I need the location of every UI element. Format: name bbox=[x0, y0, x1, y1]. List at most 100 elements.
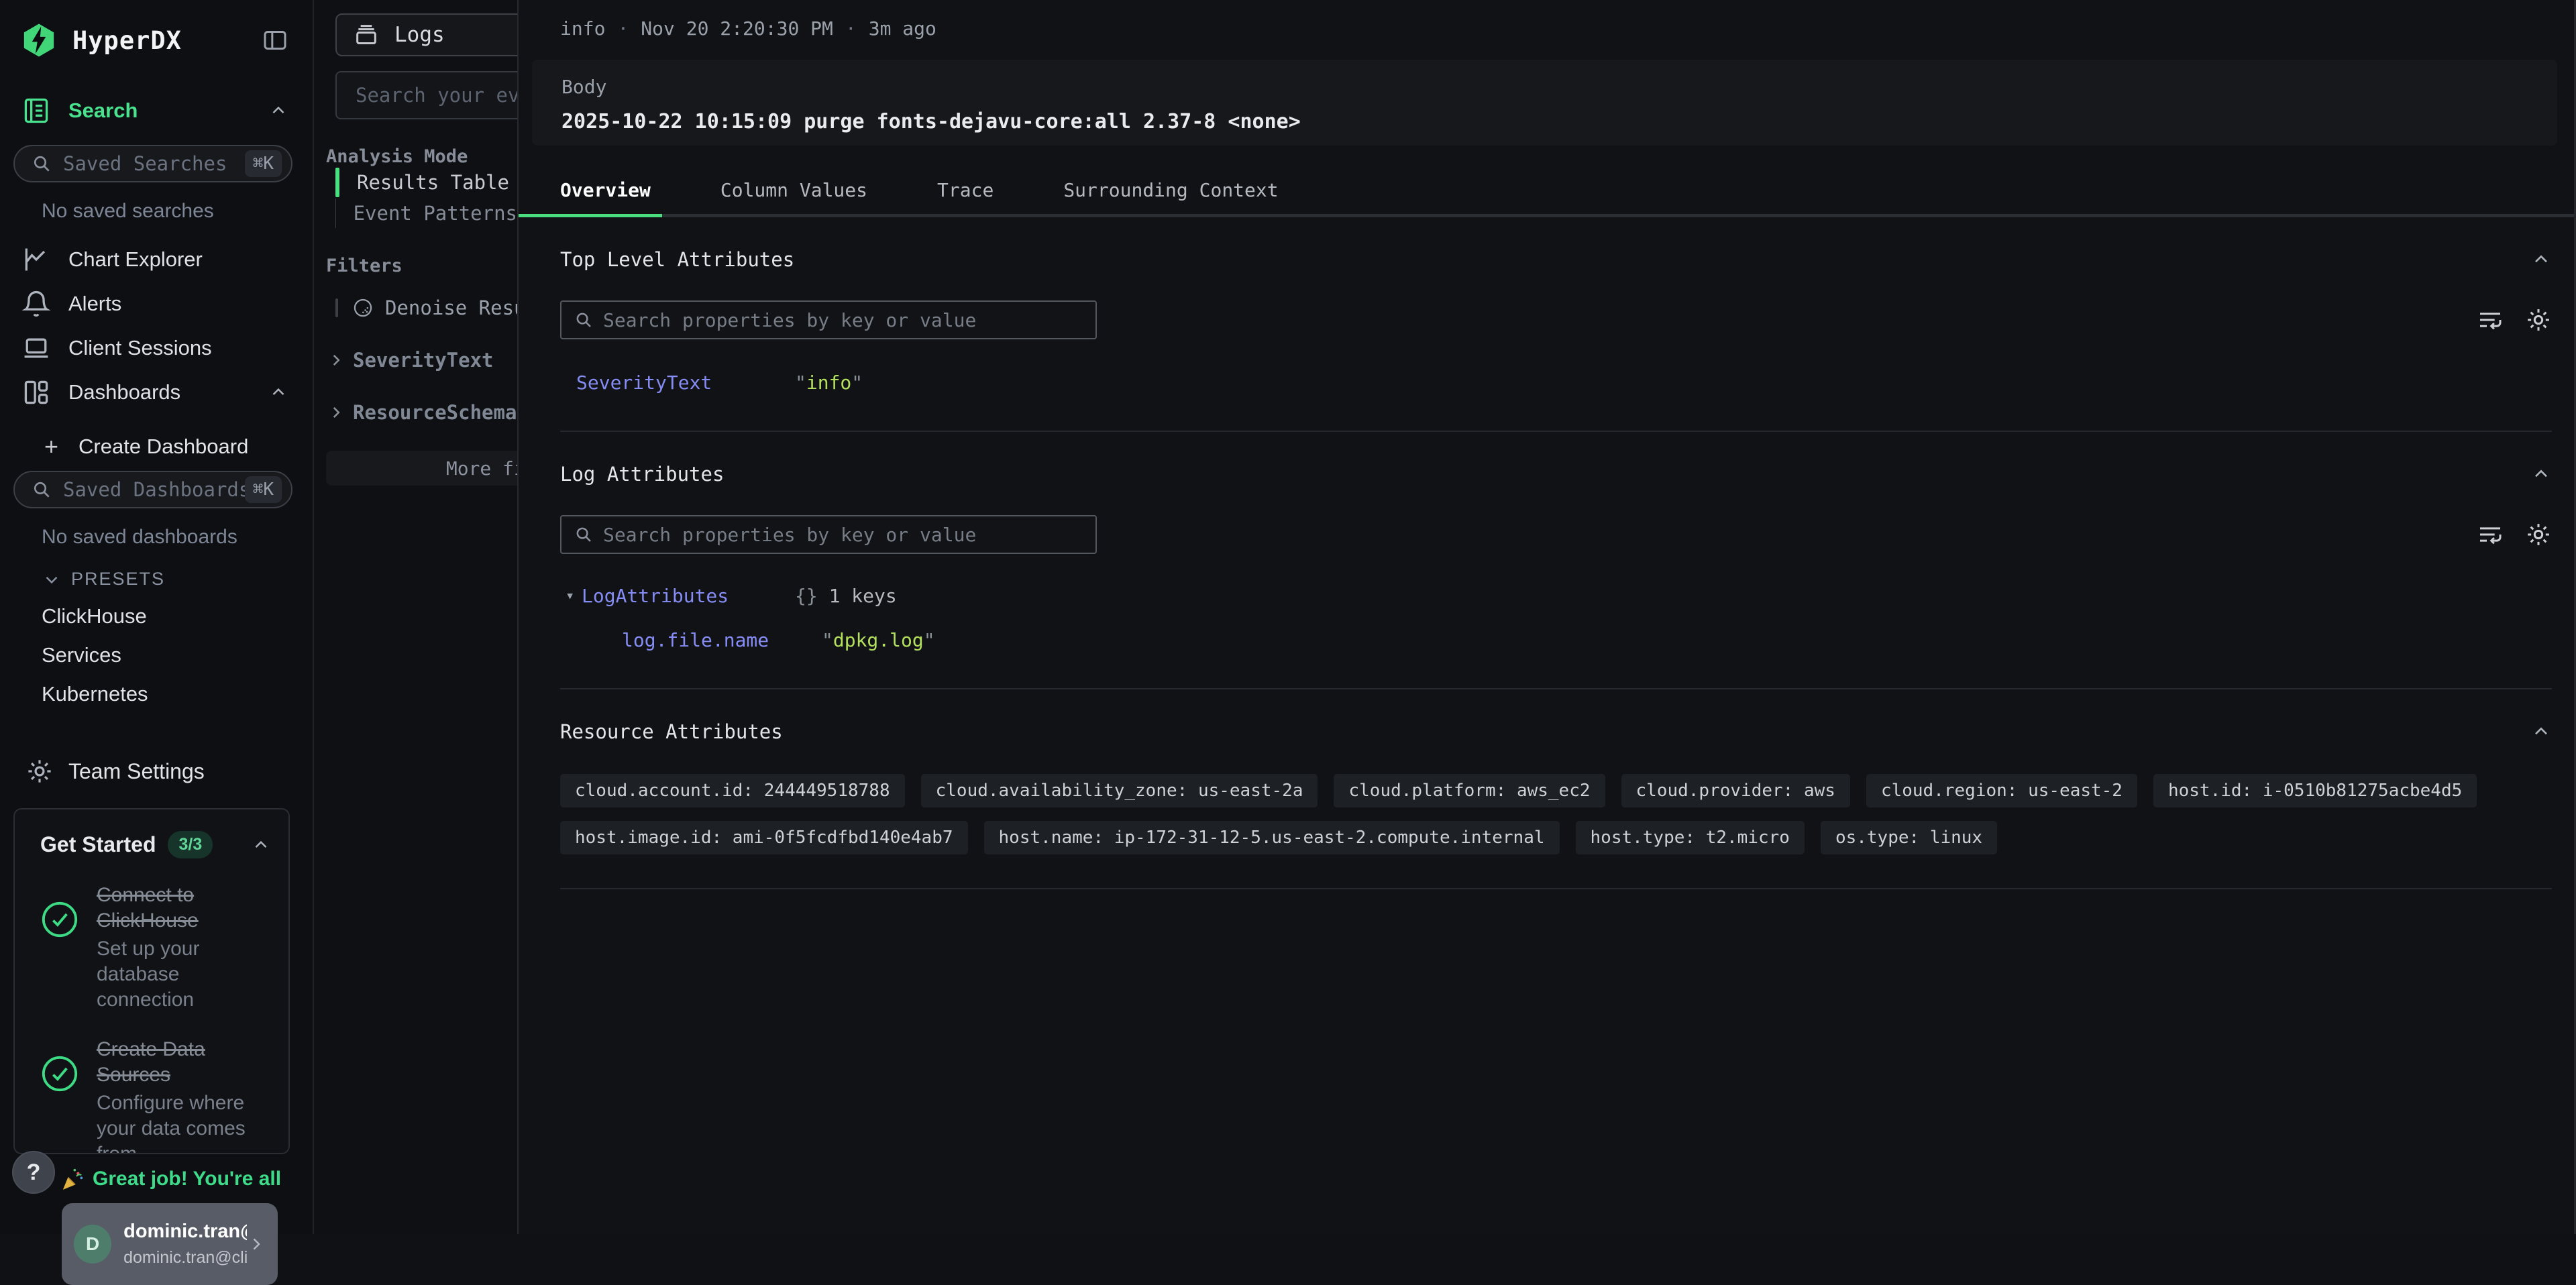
search-icon bbox=[31, 479, 52, 500]
resource-attribute-chips: cloud.account.id: 244449518788 cloud.ava… bbox=[560, 774, 2552, 854]
tab-overview[interactable]: Overview bbox=[519, 168, 686, 217]
filter-group-label: SeverityText bbox=[353, 349, 494, 372]
logo-row: HyperDX bbox=[0, 0, 313, 59]
attribute-tree-root: ▾ LogAttributes {} 1 keys bbox=[560, 585, 2552, 610]
resource-chip[interactable]: cloud.region: us-east-2 bbox=[1866, 774, 2137, 807]
denoise-results-toggle[interactable]: Denoise Results bbox=[335, 296, 517, 319]
resource-attributes-section: Resource Attributes cloud.account.id: 24… bbox=[519, 720, 2576, 889]
properties-search-input[interactable] bbox=[603, 524, 1083, 546]
caret-down-icon[interactable]: ▾ bbox=[566, 588, 574, 604]
gear-icon[interactable] bbox=[2525, 521, 2552, 548]
gear-icon bbox=[25, 757, 54, 785]
shortcut-badge: ⌘K bbox=[245, 150, 282, 177]
saved-dashboards-input[interactable] bbox=[63, 478, 245, 501]
resource-chip[interactable]: host.type: t2.micro bbox=[1576, 821, 1805, 854]
saved-searches-search[interactable]: ⌘K bbox=[13, 145, 292, 182]
search-icon bbox=[31, 153, 52, 174]
attribute-row: SeverityText "info" bbox=[560, 372, 2552, 397]
resource-chip[interactable]: cloud.platform: aws_ec2 bbox=[1334, 774, 1605, 807]
no-saved-searches-text: No saved searches bbox=[42, 200, 313, 223]
sidebar-item-client-sessions[interactable]: Client Sessions bbox=[0, 326, 313, 370]
attribute-key[interactable]: SeverityText bbox=[576, 372, 712, 394]
attribute-key[interactable]: log.file.name bbox=[622, 629, 769, 651]
get-started-step-sources[interactable]: Create Data Sources Configure where your… bbox=[40, 1037, 271, 1154]
filters-label: Filters bbox=[326, 256, 517, 276]
presets-toggle[interactable]: PRESETS bbox=[42, 569, 313, 590]
section-toolbar bbox=[560, 515, 2552, 554]
sidebar-item-label: Alerts bbox=[68, 292, 121, 316]
resource-chip[interactable]: os.type: linux bbox=[1821, 821, 1997, 854]
tab-column-values[interactable]: Column Values bbox=[686, 168, 902, 217]
section-header: Top Level Attributes bbox=[560, 248, 2552, 271]
denoise-checkbox[interactable] bbox=[335, 298, 338, 317]
user-menu[interactable]: D dominic.tran@clic... dominic.tran@clic… bbox=[62, 1203, 278, 1285]
body-label: Body bbox=[561, 76, 2557, 98]
chevron-down-icon bbox=[42, 569, 62, 590]
resource-chip[interactable]: host.image.id: ami-0f5fcdfbd140e4ab7 bbox=[560, 821, 968, 854]
sidebar-item-alerts[interactable]: Alerts bbox=[0, 282, 313, 326]
gear-icon[interactable] bbox=[2525, 306, 2552, 333]
properties-search-input[interactable] bbox=[603, 309, 1083, 331]
create-dashboard-label: Create Dashboard bbox=[78, 435, 248, 459]
sidebar-item-search[interactable]: Search bbox=[0, 89, 313, 133]
sidebar-item-chart-explorer[interactable]: Chart Explorer bbox=[0, 237, 313, 282]
attribute-meta: {} 1 keys bbox=[795, 585, 897, 607]
mode-label: Event Patterns bbox=[354, 202, 517, 225]
active-mode-bar bbox=[335, 168, 339, 197]
properties-search-box[interactable] bbox=[560, 300, 1097, 339]
create-dashboard-button[interactable]: + Create Dashboard bbox=[44, 435, 313, 459]
saved-searches-input[interactable] bbox=[63, 152, 245, 175]
denoise-icon bbox=[352, 296, 374, 319]
dashboards-grid-icon bbox=[21, 378, 51, 407]
properties-search-box[interactable] bbox=[560, 515, 1097, 554]
detail-tabs: Overview Column Values Trace Surrounding… bbox=[519, 168, 2576, 217]
resource-chip[interactable]: host.id: i-0510b81275acbe4d5 bbox=[2153, 774, 2477, 807]
chevron-up-icon[interactable] bbox=[2530, 249, 2552, 270]
dot-separator: · bbox=[617, 17, 629, 40]
section-divider bbox=[560, 431, 2552, 432]
get-started-step-connect[interactable]: Connect to ClickHouse Set up your databa… bbox=[40, 883, 271, 1013]
resource-chip[interactable]: cloud.provider: aws bbox=[1621, 774, 1850, 807]
attribute-value[interactable]: "info" bbox=[795, 372, 863, 394]
preset-kubernetes[interactable]: Kubernetes bbox=[42, 682, 313, 706]
line-wrap-icon[interactable] bbox=[2477, 306, 2504, 333]
resource-chip[interactable]: cloud.account.id: 244449518788 bbox=[560, 774, 905, 807]
mode-results-table[interactable]: Results Table bbox=[335, 167, 517, 198]
preset-services[interactable]: Services bbox=[42, 643, 313, 667]
tab-trace[interactable]: Trace bbox=[902, 168, 1028, 217]
filter-group-resourceschemaurl[interactable]: ResourceSchemaUrl bbox=[327, 401, 517, 424]
attribute-value[interactable]: "dpkg.log" bbox=[822, 629, 935, 651]
log-attributes-section: Log Attributes ▾ LogAttributes {} 1 keys bbox=[519, 463, 2576, 689]
help-button[interactable]: ? bbox=[12, 1151, 55, 1194]
filter-group-severitytext[interactable]: SeverityText bbox=[327, 349, 517, 372]
tab-surrounding-context[interactable]: Surrounding Context bbox=[1028, 168, 1313, 217]
chevron-up-icon[interactable] bbox=[2530, 721, 2552, 742]
search-notebook-icon bbox=[21, 96, 51, 125]
get-started-panel: Get Started 3/3 Connect to ClickHouse Se… bbox=[13, 808, 290, 1154]
resource-chip[interactable]: host.name: ip-172-31-12-5.us-east-2.comp… bbox=[984, 821, 1560, 854]
avatar: D bbox=[74, 1225, 111, 1264]
chevron-up-icon[interactable] bbox=[268, 101, 288, 121]
step-texts: Connect to ClickHouse Set up your databa… bbox=[97, 883, 271, 1013]
line-wrap-icon[interactable] bbox=[2477, 521, 2504, 548]
sidebar-item-dashboards[interactable]: Dashboards bbox=[0, 370, 313, 414]
chevron-up-icon[interactable] bbox=[268, 382, 288, 402]
celebration-row: Great job! You're all bbox=[59, 1166, 281, 1192]
attribute-key[interactable]: LogAttributes bbox=[582, 585, 729, 607]
attribute-row: log.file.name "dpkg.log" bbox=[560, 629, 2552, 655]
resource-chip[interactable]: cloud.availability_zone: us-east-2a bbox=[921, 774, 1318, 807]
event-meta-row: info · Nov 20 2:20:30 PM · 3m ago bbox=[560, 17, 2576, 40]
event-detail-panel: info · Nov 20 2:20:30 PM · 3m ago Body 2… bbox=[517, 0, 2576, 1234]
logs-source-icon bbox=[353, 21, 380, 48]
section-header: Resource Attributes bbox=[560, 720, 2552, 743]
team-settings-button[interactable]: Team Settings bbox=[25, 757, 313, 785]
log-body-text[interactable]: 2025-10-22 10:15:09 purge fonts-dejavu-c… bbox=[561, 110, 2557, 133]
mode-event-patterns[interactable]: Event Patterns bbox=[335, 198, 517, 229]
sidebar-collapse-icon[interactable] bbox=[262, 27, 288, 54]
sidebar: HyperDX Search ⌘K No saved searches Char… bbox=[0, 0, 314, 1234]
get-started-header[interactable]: Get Started 3/3 bbox=[40, 831, 271, 858]
chevron-up-icon[interactable] bbox=[251, 835, 271, 855]
preset-clickhouse[interactable]: ClickHouse bbox=[42, 604, 313, 628]
chevron-up-icon[interactable] bbox=[2530, 463, 2552, 485]
saved-dashboards-search[interactable]: ⌘K bbox=[13, 471, 292, 508]
